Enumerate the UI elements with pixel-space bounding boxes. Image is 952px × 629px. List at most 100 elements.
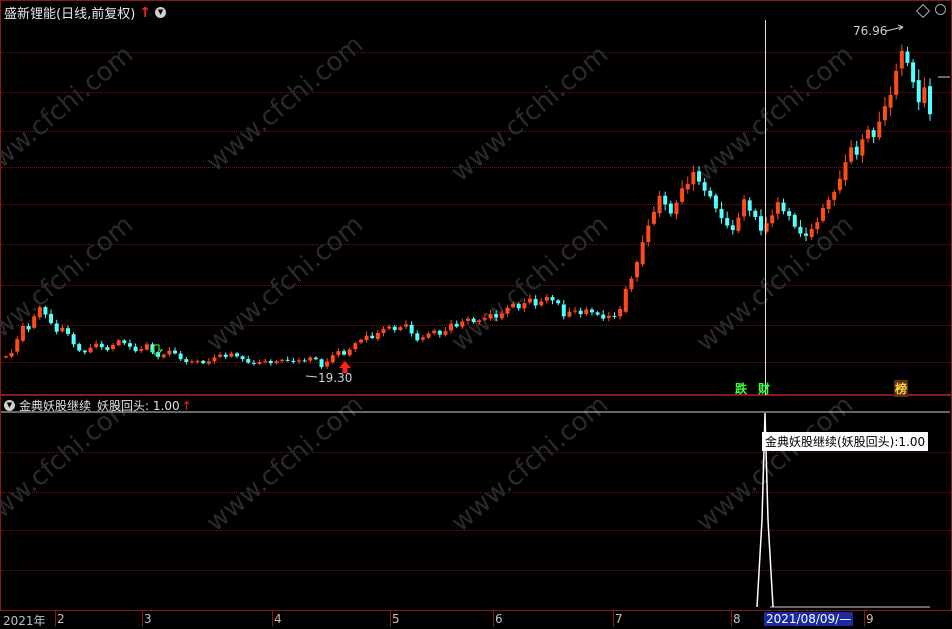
candle-body (922, 87, 927, 104)
candle-body (235, 353, 239, 357)
candle-body (742, 199, 747, 217)
candle-body (20, 326, 25, 341)
candle-body (505, 307, 510, 314)
indicator-tooltip: 金典妖股继续(妖股回头):1.00 (762, 432, 929, 451)
candle-body (206, 361, 211, 364)
candle-body (342, 351, 347, 355)
candle-body (426, 333, 431, 338)
candle-body (274, 361, 279, 364)
date-label: 9 (866, 612, 874, 626)
candle-body (804, 233, 809, 236)
date-tick (864, 611, 865, 627)
candle-body (105, 347, 110, 351)
candle-body (319, 359, 324, 368)
candle-body (866, 129, 871, 139)
candle-body (432, 330, 437, 334)
watermark-text: www.cfchi.com (201, 210, 370, 358)
watermark-text: www.cfchi.com (446, 210, 615, 358)
candle-body (882, 106, 887, 121)
candle-body (674, 202, 679, 215)
candle-body (133, 346, 138, 352)
date-tick (55, 611, 56, 627)
stock-title: 盛新锂能(日线,前复权) (4, 7, 136, 22)
candle-body (899, 50, 904, 69)
candle-body (88, 347, 93, 353)
candle-body (26, 326, 31, 330)
candle-body (843, 162, 848, 181)
candle-body (578, 310, 583, 315)
candle-body (494, 314, 499, 318)
candle-body (443, 331, 448, 335)
candle-body (71, 334, 76, 345)
candle-body (218, 354, 223, 357)
circle-icon[interactable] (935, 4, 946, 15)
candle-body (370, 335, 375, 339)
candle-body (173, 350, 178, 354)
candle-body (184, 359, 189, 363)
chevron-down-icon[interactable]: ▼ (4, 400, 15, 411)
candle-body (437, 330, 442, 335)
candle-body (539, 301, 544, 306)
date-label: 2021年 (3, 614, 46, 628)
candle-body (420, 337, 425, 340)
candle-body (285, 359, 290, 361)
chevron-down-icon[interactable]: ▼ (155, 7, 167, 18)
candle-body (111, 344, 116, 350)
candle-body (375, 332, 380, 340)
candle-body (353, 343, 358, 350)
candle-body (477, 320, 482, 322)
candle-body (308, 357, 313, 361)
candle-body (837, 178, 842, 191)
candle-body (280, 359, 285, 361)
candle-body (916, 80, 921, 103)
event-badge-finance[interactable]: 财 (757, 380, 771, 397)
candle-body (240, 356, 245, 360)
candle-body (680, 188, 685, 202)
candle-body (127, 343, 132, 347)
candle-body (612, 315, 617, 317)
candle-body (635, 262, 640, 278)
candle-body (533, 298, 538, 306)
watermark-text: www.cfchi.com (0, 210, 139, 358)
candle-body (268, 360, 273, 364)
candle-body (189, 361, 194, 363)
candle-body (561, 304, 566, 317)
candle-body (4, 356, 8, 358)
candle-body (302, 360, 307, 362)
high-price-label: 76.96 (853, 24, 888, 38)
candle-body (826, 199, 831, 209)
candle-body (697, 171, 701, 182)
candle-body (223, 354, 228, 357)
indicator-title-bar: ▼ 金典妖股继续 妖股回头: 1.00 ↑ (4, 397, 192, 414)
candle-body (522, 303, 527, 309)
candle-body (54, 323, 59, 332)
date-label: 7 (615, 612, 623, 626)
candle-body (82, 350, 87, 353)
event-badge-fall[interactable]: 跌 (734, 380, 748, 397)
candle-body (668, 203, 673, 214)
candle-body (178, 353, 183, 360)
candle-body (387, 326, 392, 329)
candle-body (719, 208, 724, 219)
cursor-date-label: 2021/08/09/— (764, 612, 854, 626)
candle-body (511, 303, 516, 308)
candle-body (781, 202, 786, 212)
candle-body (296, 360, 301, 362)
candle-body (651, 211, 656, 224)
candle-body (854, 146, 859, 155)
event-badge-list[interactable]: 榜 (894, 380, 909, 397)
watermark-text: www.cfchi.com (446, 40, 615, 188)
date-label: 4 (274, 612, 282, 626)
candle-body (364, 335, 369, 341)
candle-body (291, 360, 296, 363)
date-tick (613, 611, 614, 627)
candle-body (60, 327, 65, 332)
indicator-name: 金典妖股继续 (19, 399, 92, 413)
candle-body (381, 328, 386, 334)
candle-body (392, 326, 397, 331)
candle-body (809, 228, 814, 238)
candle-body (871, 130, 876, 138)
candle-body (606, 315, 611, 318)
candle-body (747, 200, 752, 211)
candle-body (815, 222, 820, 230)
